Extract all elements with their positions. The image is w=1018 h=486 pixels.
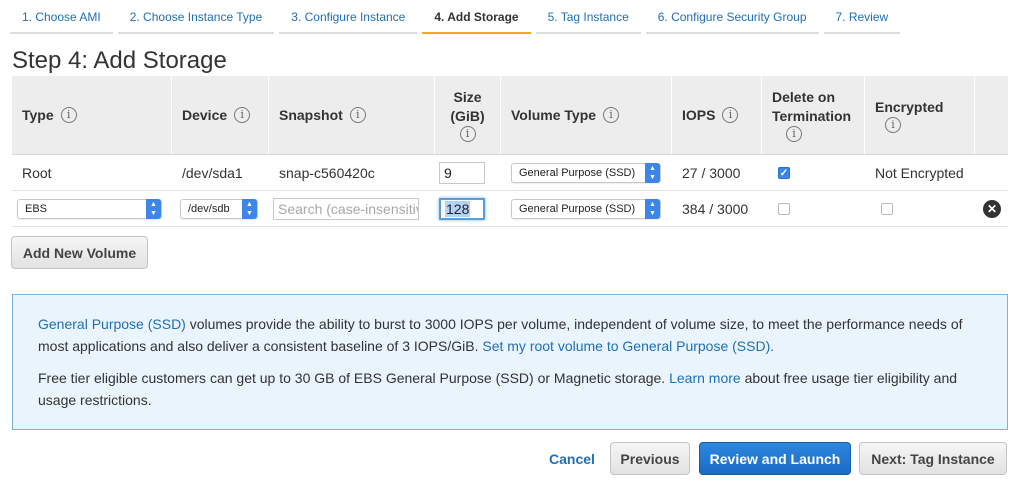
encrypted-checkbox[interactable] (881, 202, 893, 215)
page-title: Step 4: Add Storage (12, 47, 227, 74)
tab-configure-security-group[interactable]: 6. Configure Security Group (645, 0, 819, 34)
info-icon[interactable]: i (60, 107, 77, 123)
actions-cell (975, 155, 1008, 190)
header-volume-type: Volume Type i (501, 76, 672, 154)
header-type-label: Type (22, 107, 54, 123)
info-paragraph-free-tier: Free tier eligible customers can get up … (38, 367, 982, 411)
iops-cell: 384 / 3000 (682, 200, 749, 217)
size-cell: 128 (435, 191, 501, 226)
chevron-up-down-icon: ▲ ▼ (242, 198, 257, 219)
tab-choose-instance-type[interactable]: 2. Choose Instance Type (117, 0, 275, 34)
set-root-volume-link[interactable]: Set my root volume to General Purpose (S… (482, 338, 774, 354)
delete-on-termination-cell (762, 191, 865, 226)
delete-on-termination-cell: ✓ (762, 155, 865, 190)
info-icon[interactable]: i (786, 126, 802, 142)
header-iops-label: IOPS (682, 107, 716, 123)
header-actions (975, 76, 1008, 154)
header-delete-line2: Termination (772, 108, 852, 124)
device-cell: /dev/sdb ▲ ▼ (172, 191, 269, 226)
header-device: Device i (172, 76, 269, 154)
learn-more-link[interactable]: Learn more (669, 370, 741, 386)
table-row: EBS ▲▼ /dev/sdb ▲▼ 128 General Purpose (… (12, 191, 1008, 227)
ebs-type-select-value: EBS (25, 202, 48, 215)
header-encrypted: Encrypted i (865, 76, 975, 154)
table-row: Root /dev/sda1 snap-c560420c General Pur… (12, 155, 1008, 191)
info-text: Free tier eligible customers can get up … (38, 370, 670, 386)
general-purpose-ssd-link[interactable]: General Purpose (SSD) (38, 316, 186, 332)
volume-type-select-cell: General Purpose (SSD) ▲ ▼ (501, 155, 672, 190)
remove-volume-icon[interactable]: ✕ (983, 199, 1001, 218)
header-snapshot-label: Snapshot (279, 107, 343, 123)
device-cell: /dev/sda1 (182, 164, 243, 181)
volume-type-select-value: General Purpose (SSD) (519, 166, 636, 179)
header-size: Size (GiB) i (435, 76, 501, 154)
volume-type-select[interactable]: General Purpose (SSD) ▲ ▼ (511, 198, 661, 219)
info-icon[interactable]: i (603, 107, 620, 123)
actions-cell: ✕ (975, 191, 1008, 226)
device-select[interactable]: /dev/sdb ▲ ▼ (180, 198, 258, 219)
volume-type-cell: EBS ▲ ▼ (12, 191, 172, 226)
tab-tag-instance[interactable]: 5. Tag Instance (535, 0, 641, 34)
tab-add-storage[interactable]: 4. Add Storage (422, 0, 531, 34)
delete-on-termination-checkbox[interactable] (778, 202, 790, 215)
chevron-up-down-icon: ▲ ▼ (146, 198, 161, 219)
add-new-volume-button[interactable]: Add New Volume (11, 236, 148, 269)
info-icon[interactable]: i (885, 116, 901, 133)
info-panel: General Purpose (SSD) volumes provide th… (12, 294, 1008, 430)
tab-review[interactable]: 7. Review (823, 0, 901, 34)
iops-cell: 27 / 3000 (682, 164, 741, 181)
size-input[interactable]: 128 (439, 197, 485, 220)
size-input-value: 128 (445, 200, 471, 217)
snapshot-cell (269, 191, 435, 226)
encrypted-cell (865, 191, 975, 226)
cancel-button[interactable]: Cancel (549, 451, 595, 467)
ebs-type-select[interactable]: EBS ▲ ▼ (17, 198, 162, 219)
device-select-value: /dev/sdb (188, 202, 230, 215)
wizard-tabs: 1. Choose AMI 2. Choose Instance Type 3.… (10, 0, 905, 34)
volume-type-select-cell: General Purpose (SSD) ▲ ▼ (501, 191, 672, 226)
header-size-line1: Size (453, 89, 482, 105)
header-iops: IOPS i (672, 76, 762, 154)
header-type: Type i (12, 76, 172, 154)
storage-table: Type i Device i Snapshot i Size (GiB) i … (12, 76, 1008, 227)
info-icon[interactable]: i (349, 107, 366, 123)
size-cell (435, 155, 501, 190)
tab-choose-ami[interactable]: 1. Choose AMI (10, 0, 113, 34)
volume-type-cell: Root (22, 164, 52, 181)
chevron-up-down-icon: ▲ ▼ (645, 198, 660, 219)
snapshot-search-input[interactable] (273, 197, 419, 220)
info-paragraph-ssd: General Purpose (SSD) volumes provide th… (38, 313, 982, 357)
header-delete-on-termination: Delete on Termination i (762, 76, 865, 154)
snapshot-cell: snap-c560420c (279, 164, 375, 181)
info-icon[interactable]: i (722, 107, 739, 123)
delete-on-termination-checkbox[interactable]: ✓ (778, 166, 790, 179)
next-tag-instance-button[interactable]: Next: Tag Instance (859, 442, 1007, 475)
table-header: Type i Device i Snapshot i Size (GiB) i … (12, 76, 1008, 155)
size-input[interactable] (439, 161, 485, 184)
header-snapshot: Snapshot i (269, 76, 435, 154)
header-size-line2: (GiB) (450, 108, 485, 124)
header-volume-type-label: Volume Type (511, 107, 597, 123)
info-icon[interactable]: i (234, 107, 251, 123)
encrypted-cell: Not Encrypted (875, 164, 964, 181)
previous-button[interactable]: Previous (610, 442, 690, 475)
review-and-launch-button[interactable]: Review and Launch (699, 442, 851, 475)
chevron-up-down-icon: ▲ ▼ (645, 162, 660, 183)
volume-type-select-value: General Purpose (SSD) (519, 202, 636, 215)
header-encrypted-label: Encrypted (875, 98, 944, 115)
tab-configure-instance[interactable]: 3. Configure Instance (279, 0, 418, 34)
header-device-label: Device (182, 107, 228, 123)
info-icon[interactable]: i (459, 126, 476, 142)
volume-type-select[interactable]: General Purpose (SSD) ▲ ▼ (511, 162, 661, 183)
header-delete-line1: Delete on (772, 89, 836, 105)
